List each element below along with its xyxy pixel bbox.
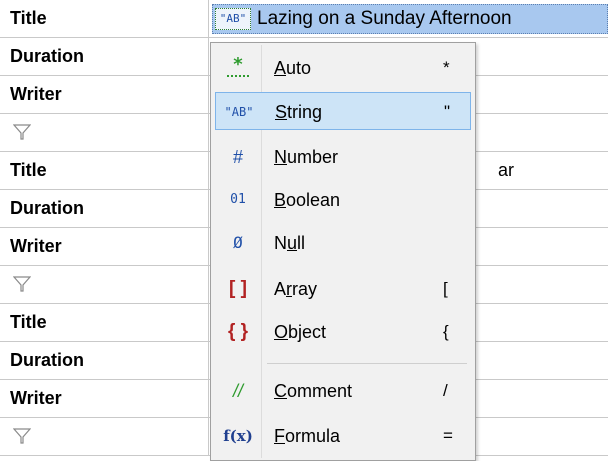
obscured-value-text: ar [498,160,515,180]
menu-item-shortcut: { [443,322,449,341]
object-icon: { } [227,321,249,342]
menu-item-boolean[interactable]: 01 Boolean [215,181,471,219]
add-row-cell[interactable] [0,114,209,151]
menu-item-number[interactable]: # Number [215,138,471,176]
menu-item-label: Formula [274,426,341,446]
key-cell[interactable]: Title [0,0,209,37]
menu-item-shortcut: / [443,381,448,400]
key-cell[interactable]: Duration [0,38,209,75]
menu-item-label: Boolean [274,190,341,210]
menu-item-auto[interactable]: * Auto * [215,49,471,87]
string-icon: "AB" [224,105,254,119]
comment-icon: // [232,381,243,401]
menu-item-label: Array [274,279,318,299]
menu-item-label: Null [274,233,306,253]
key-cell[interactable]: Duration [0,190,209,227]
menu-item-shortcut: * [443,58,450,77]
add-row-cell[interactable] [0,418,209,455]
menu-item-string[interactable]: "AB" String " [215,92,471,130]
menu-item-object[interactable]: { } Object { [215,313,471,351]
null-icon: Ø [233,233,243,252]
funnel-icon [13,428,31,444]
key-cell[interactable]: Title [0,152,209,189]
menu-item-label: Auto [274,58,312,78]
svg-text:*: * [233,55,243,75]
formula-icon: f(x) [223,427,253,445]
string-type-icon[interactable]: "AB" [215,8,251,30]
key-cell[interactable]: Duration [0,342,209,379]
type-context-menu: * Auto * "AB" String " # Number 01 Boole… [210,42,476,461]
key-cell[interactable]: Title [0,304,209,341]
number-icon: # [232,147,243,167]
menu-item-label: Object [274,322,327,342]
menu-item-label: Comment [274,381,353,401]
array-icon: [ ] [229,278,247,299]
menu-item-shortcut: " [444,102,451,121]
menu-item-label: String [275,102,323,122]
menu-item-null[interactable]: Ø Null [215,224,471,262]
funnel-icon [13,276,31,292]
menu-separator [267,363,467,364]
key-cell[interactable]: Writer [0,380,209,417]
menu-item-shortcut: [ [443,279,448,298]
menu-item-formula[interactable]: f(x) Formula = [215,417,471,455]
selected-value-cell[interactable]: "AB" Lazing on a Sunday Afternoon [212,4,608,34]
menu-item-label: Number [274,147,339,167]
key-cell[interactable]: Writer [0,228,209,265]
key-cell[interactable]: Writer [0,76,209,113]
add-row-cell[interactable] [0,266,209,303]
boolean-icon: 01 [230,192,246,207]
auto-icon: * [215,49,261,87]
menu-item-array[interactable]: [ ] Array [ [215,270,471,308]
selected-value-text: Lazing on a Sunday Afternoon [257,8,512,29]
menu-item-shortcut: = [443,426,453,445]
funnel-icon [13,124,31,140]
menu-item-comment[interactable]: // Comment / [215,372,471,410]
